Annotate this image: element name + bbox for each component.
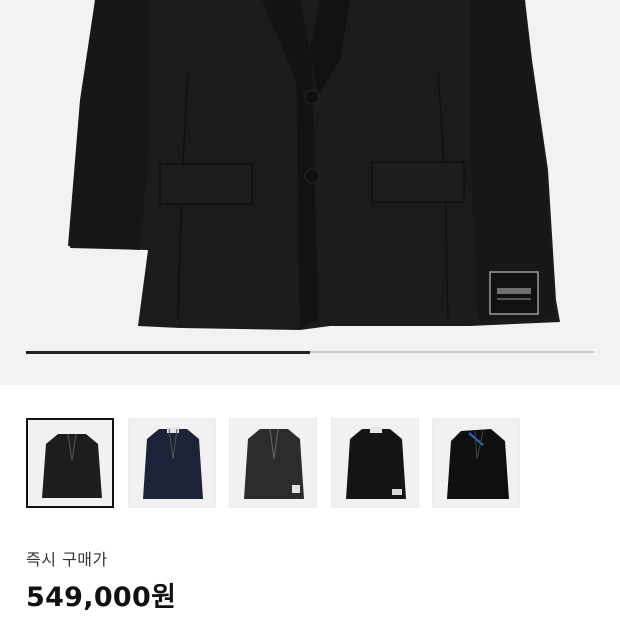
black-blazer-thumbnail (447, 429, 509, 499)
image-progress-track (26, 350, 594, 354)
price-value: 549,000원 (26, 582, 177, 613)
black-blazer-image (68, 0, 560, 330)
thumbnail-list (26, 418, 594, 508)
thumbnail-3[interactable] (229, 418, 317, 508)
black-blazer-thumbnail (42, 433, 102, 498)
price-label: 즉시 구매가 (26, 550, 108, 569)
charcoal-blazer-thumbnail (244, 428, 304, 499)
product-image-carousel[interactable] (0, 0, 620, 385)
black-blazer-thumbnail (346, 427, 406, 499)
thumbnail-4[interactable] (331, 418, 419, 508)
thumbnail-5[interactable] (432, 418, 520, 508)
image-progress-indicator (26, 350, 310, 354)
navy-blazer-thumbnail (143, 427, 203, 499)
thumbnail-1[interactable] (26, 418, 114, 508)
thumbnail-2[interactable] (128, 418, 216, 508)
